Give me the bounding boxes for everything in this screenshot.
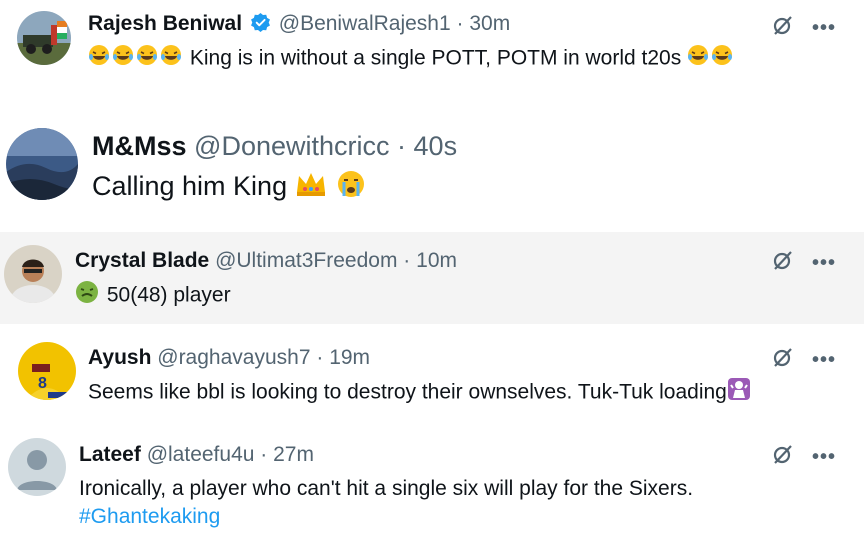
hashtag-link[interactable]: #Ghantekaking xyxy=(79,505,220,528)
nauseated-face-emoji-icon xyxy=(75,280,99,312)
avatar[interactable] xyxy=(4,245,62,303)
tweet-header: Crystal Blade @Ultimat3Freedom · 10m xyxy=(75,247,457,275)
separator: · xyxy=(316,346,324,369)
tweet-rajesh-beniwal[interactable]: Rajesh Beniwal @BeniwalRajesh1 · 30m •••… xyxy=(0,0,864,112)
tweet-body: Calling him King xyxy=(92,171,288,202)
tweet-actions: ••• xyxy=(772,443,836,470)
tweet-body: 50(48) player xyxy=(106,283,231,307)
laughing-tears-emoji-icon xyxy=(88,44,110,74)
grok-icon[interactable] xyxy=(772,443,794,470)
tweet-text: Ironically, a player who can't hit a sin… xyxy=(79,475,693,503)
avatar[interactable]: 8 xyxy=(18,342,76,400)
separator: · xyxy=(456,12,464,35)
separator: · xyxy=(403,249,411,272)
timestamp[interactable]: 19m xyxy=(329,346,370,369)
display-name[interactable]: M&Mss xyxy=(92,131,187,161)
separator: · xyxy=(397,131,407,161)
woman-pouting-emoji-icon xyxy=(727,377,751,409)
display-name[interactable]: Crystal Blade xyxy=(75,249,209,272)
grok-icon[interactable] xyxy=(772,346,794,373)
handle[interactable]: @raghavayush7 xyxy=(157,346,310,369)
svg-text:8: 8 xyxy=(38,375,47,392)
tweet-body: Seems like bbl is looking to destroy the… xyxy=(88,380,727,404)
tweet-text: Seems like bbl is looking to destroy the… xyxy=(88,377,753,409)
display-name[interactable]: Rajesh Beniwal xyxy=(88,12,242,35)
handle[interactable]: @BeniwalRajesh1 xyxy=(279,12,451,35)
tweet-actions: ••• xyxy=(772,14,836,41)
tweet-lateef[interactable]: Lateef @lateefu4u · 27m ••• Ironically, … xyxy=(0,420,864,540)
tweet-text: Calling him King xyxy=(92,169,368,207)
tweet-text: King is in without a single POTT, POTM i… xyxy=(88,44,735,74)
tweet-crystal-blade[interactable]: Crystal Blade @Ultimat3Freedom · 10m •••… xyxy=(0,232,864,324)
avatar[interactable] xyxy=(17,11,71,65)
laughing-tears-emoji-icon xyxy=(160,44,182,74)
timestamp[interactable]: 10m xyxy=(416,249,457,272)
laughing-tears-emoji-icon xyxy=(711,44,733,74)
timestamp[interactable]: 30m xyxy=(469,12,510,35)
tweet-text: 50(48) player xyxy=(75,280,231,312)
display-name[interactable]: Lateef xyxy=(79,443,141,466)
more-options-button[interactable]: ••• xyxy=(812,18,836,38)
handle[interactable]: @Donewithcricc xyxy=(194,131,389,161)
handle[interactable]: @Ultimat3Freedom xyxy=(215,249,397,272)
separator: · xyxy=(260,443,268,466)
tweet-actions: ••• xyxy=(772,249,836,276)
tweet-body: King is in without a single POTT, POTM i… xyxy=(189,46,682,70)
tweet-ayush[interactable]: 8 Ayush @raghavayush7 · 19m ••• Seems li… xyxy=(0,324,864,420)
timestamp[interactable]: 40s xyxy=(414,131,458,161)
crown-emoji-icon xyxy=(295,170,327,206)
tweet-header: Lateef @lateefu4u · 27m xyxy=(79,441,314,469)
more-options-button[interactable]: ••• xyxy=(812,253,836,273)
avatar[interactable] xyxy=(8,438,66,496)
avatar[interactable] xyxy=(6,128,78,200)
display-name[interactable]: Ayush xyxy=(88,346,151,369)
grok-icon[interactable] xyxy=(772,249,794,276)
more-options-button[interactable]: ••• xyxy=(812,447,836,467)
tweet-actions: ••• xyxy=(772,346,836,373)
tweet-mmss[interactable]: M&Mss @Donewithcricc · 40s Calling him K… xyxy=(0,112,864,232)
laughing-tears-emoji-icon xyxy=(687,44,709,74)
tweet-body: Ironically, a player who can't hit a sin… xyxy=(79,477,694,500)
laughing-tears-emoji-icon xyxy=(112,44,134,74)
tweet-header: M&Mss @Donewithcricc · 40s xyxy=(92,129,457,163)
timestamp[interactable]: 27m xyxy=(273,443,314,466)
crying-emoji-icon xyxy=(336,169,366,207)
tweet-header: Rajesh Beniwal @BeniwalRajesh1 · 30m xyxy=(88,10,510,41)
laughing-tears-emoji-icon xyxy=(136,44,158,74)
verified-badge-icon xyxy=(250,12,271,41)
hashtag-line: #Ghantekaking xyxy=(79,503,220,531)
grok-icon[interactable] xyxy=(772,14,794,41)
handle[interactable]: @lateefu4u xyxy=(147,443,255,466)
tweet-header: Ayush @raghavayush7 · 19m xyxy=(88,344,370,372)
more-options-button[interactable]: ••• xyxy=(812,350,836,370)
